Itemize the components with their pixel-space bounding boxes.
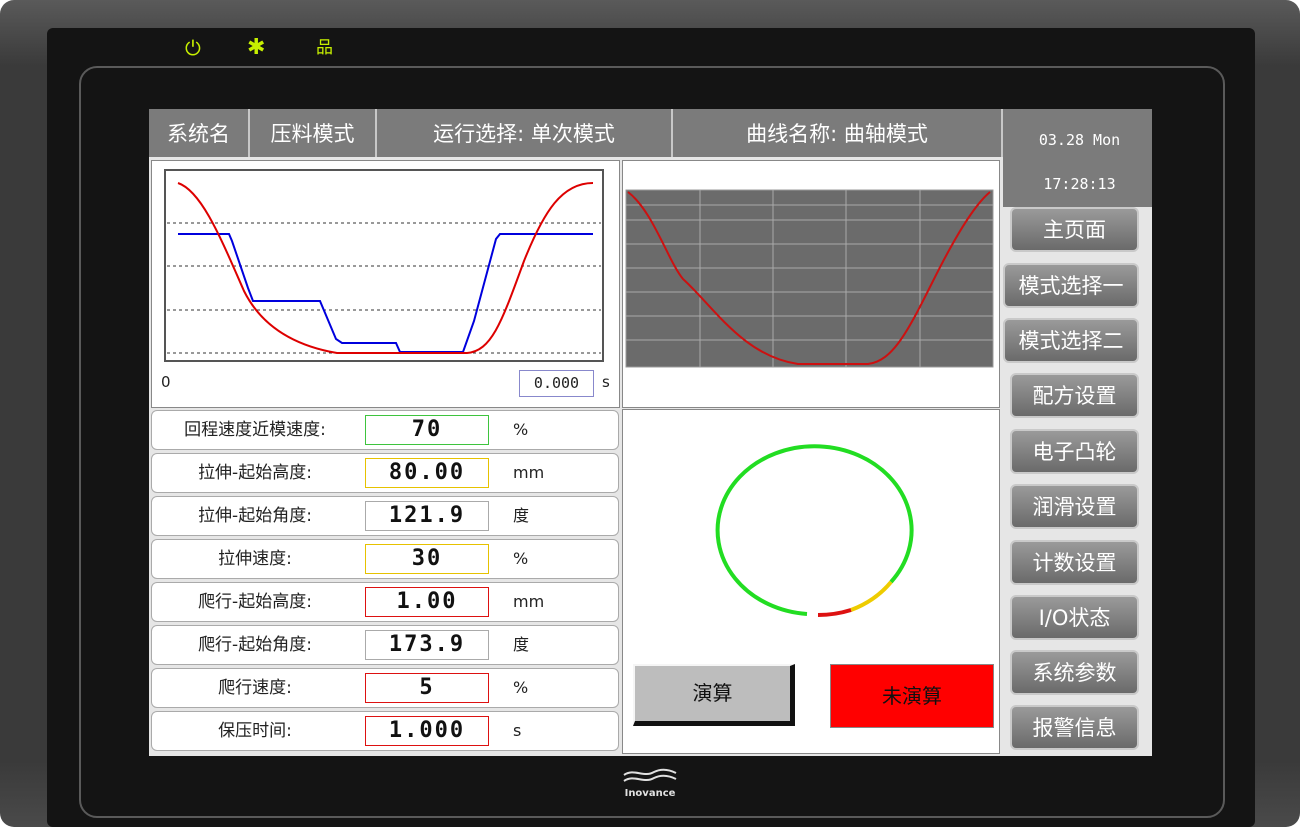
curve-name-label: 曲线名称: 曲轴模式 [673,109,1003,157]
time-value-display[interactable]: 0.000 [519,370,594,397]
nav-mode-select-1-button[interactable]: 模式选择一 [1003,263,1139,308]
param-unit: s [513,721,522,740]
nav-lubrication-button[interactable]: 润滑设置 [1010,484,1139,529]
param-unit: 度 [513,506,530,525]
cam-circle-panel: 演算 未演算 [622,409,1000,754]
param-unit: % [513,420,529,439]
param-row: 拉伸-起始角度: 121.9 度 [151,496,619,536]
param-label: 拉伸速度: [218,549,292,569]
param-value-input[interactable]: 80.00 [365,458,489,488]
network-icon: 品 [316,38,333,58]
param-row: 回程速度近模速度: 70 % [151,410,619,450]
param-row: 爬行-起始高度: 1.00 mm [151,582,619,622]
run-select-label: 运行选择: 单次模式 [377,109,673,157]
star-icon: ✱ [247,35,266,60]
nav-io-status-button[interactable]: I/O状态 [1010,595,1139,640]
calculate-button[interactable]: 演算 [633,664,795,726]
nav-home-button[interactable]: 主页面 [1010,207,1139,252]
param-row: 拉伸-起始高度: 80.00 mm [151,453,619,493]
param-unit: mm [513,592,545,611]
param-label: 爬行-起始高度: [198,592,312,612]
param-value-input[interactable]: 70 [365,415,489,445]
param-value-input[interactable]: 30 [365,544,489,574]
nav-electronic-cam-button[interactable]: 电子凸轮 [1010,429,1139,474]
param-value-input[interactable]: 1.00 [365,587,489,617]
circle-red-arc [817,608,852,618]
param-unit: mm [513,463,545,482]
nav-counter-button[interactable]: 计数设置 [1010,540,1139,585]
param-row: 保压时间: 1.000 s [151,711,619,751]
param-unit: % [513,678,529,697]
param-label: 拉伸-起始高度: [198,463,312,483]
param-value-input[interactable]: 1.000 [365,716,489,746]
cam-chart [625,189,994,368]
mode-label: 压料模式 [250,109,377,157]
param-row: 拉伸速度: 30 % [151,539,619,579]
brand-logo-icon [623,768,677,782]
power-icon: ⏻ [185,36,201,60]
cam-circle-indicator [715,444,914,618]
cam-chart-panel [622,160,1000,408]
circle-yellow-arc [850,580,893,612]
hmi-device: ⏻ ✱ 品 系统名 压料模式 运行选择: 单次模式 曲线名称: 曲轴模式 03.… [0,0,1300,827]
param-value-input[interactable]: 173.9 [365,630,489,660]
nav-alarm-info-button[interactable]: 报警信息 [1010,705,1139,750]
param-value-input[interactable]: 5 [365,673,489,703]
system-name-label: 系统名 [149,109,250,157]
calc-status-indicator: 未演算 [830,664,994,728]
hmi-screen: 系统名 压料模式 运行选择: 单次模式 曲线名称: 曲轴模式 03.28 Mon… [149,109,1152,756]
time-unit: s [602,373,610,391]
brand-name: Inovance [624,788,676,799]
param-row: 爬行速度: 5 % [151,668,619,708]
nav-recipe-button[interactable]: 配方设置 [1010,373,1139,418]
param-row: 爬行-起始角度: 173.9 度 [151,625,619,665]
time-display: 17:28:13 [1043,175,1116,193]
param-value-input[interactable]: 121.9 [365,501,489,531]
param-label: 保压时间: [218,721,292,741]
origin-label: 0 [161,373,171,391]
param-unit: % [513,549,529,568]
param-label: 拉伸-起始角度: [198,506,312,526]
nav-system-params-button[interactable]: 系统参数 [1010,650,1139,695]
param-label: 爬行速度: [218,678,292,698]
date-display: 03.28 Mon [1038,131,1121,149]
param-label: 爬行-起始角度: [198,635,312,655]
param-unit: 度 [513,635,530,654]
nav-mode-select-2-button[interactable]: 模式选择二 [1003,318,1139,363]
position-chart-panel: 0 0.000 s [151,160,620,408]
param-label: 回程速度近模速度: [184,420,326,440]
